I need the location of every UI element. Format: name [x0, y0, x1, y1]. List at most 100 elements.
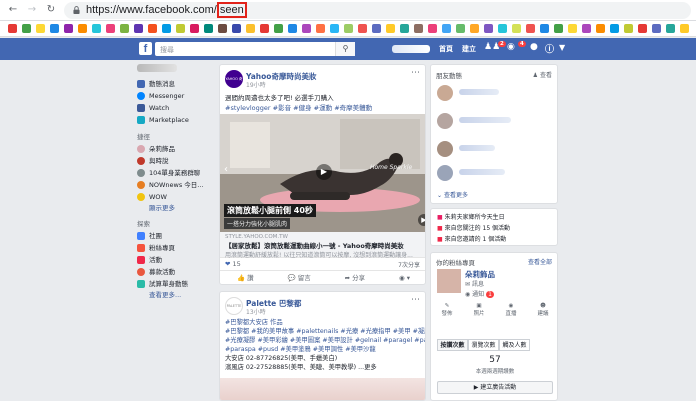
friend-avatar[interactable] [437, 141, 453, 157]
post-line[interactable]: #巴黎都大安店 作品 [225, 318, 425, 327]
facebook-logo[interactable]: f [139, 42, 152, 55]
video-player[interactable]: Home Sparkle ▶ ‹ › 滾筒放鬆小腿前側 40秒 一搭分力強化小腿… [220, 114, 425, 232]
create-link[interactable]: 建立 [462, 44, 476, 54]
post-line[interactable]: #paraspa #pusd #美甲塗鴉 #美甲調性 #美甲沙龍 [225, 345, 425, 354]
sidebar-item-messenger[interactable]: Messenger [137, 90, 217, 102]
profile-link[interactable] [392, 45, 430, 55]
share-button[interactable]: ➦ 分享 [345, 271, 366, 284]
url-text: https://www.facebook.com/seen [86, 2, 247, 18]
friend-activity-text[interactable] [459, 117, 511, 123]
more-options-icon[interactable]: ⋯ [411, 68, 420, 78]
search-input[interactable]: 搜尋 ⚲ [155, 42, 355, 56]
tab-views[interactable]: 瀏覽次數 [468, 339, 499, 351]
back-icon[interactable]: ← [7, 4, 19, 16]
promote-button[interactable]: ▶ 建立廣告活動 [437, 381, 553, 394]
camera-icon: ▣ [476, 303, 482, 309]
post-time[interactable]: 19小時 [246, 80, 266, 89]
link-headline: 【居家放鬆】滾筒放鬆運動曲線小一號 - Yahoo奇摩時尚美妝 [225, 242, 404, 250]
edit-icon: ✎ [444, 303, 450, 309]
sidebar-item-fundraisers[interactable]: 募款活動 [137, 266, 217, 278]
shortcut-item[interactable]: WOW [137, 191, 217, 203]
post-photo[interactable] [220, 378, 425, 400]
post-avatar[interactable]: PALETTE [225, 297, 243, 315]
reload-icon[interactable]: ↻ [45, 4, 57, 16]
audience-selector[interactable]: ◉ ▾ [399, 271, 410, 284]
post-line[interactable]: #光療凝膠 #美甲彩繪 #美甲圖案 #美甲設計 #gelnail #parage… [225, 336, 425, 345]
menu-caret-icon[interactable]: ▼ [559, 43, 565, 52]
post-line[interactable]: #巴黎都 #我的美甲故事 #palettenails #光療 #光療指甲 #美甲… [225, 327, 425, 336]
prev-arrow-icon[interactable]: ‹ [224, 164, 228, 175]
live-icon: ◉ [508, 303, 514, 309]
friend-avatar[interactable] [437, 113, 453, 129]
tab-likes[interactable]: 按讚次數 [437, 339, 468, 351]
live-button[interactable]: ◉ 直播 [505, 303, 516, 317]
post-avatar[interactable]: YAHOO 奇摩 [225, 70, 243, 88]
sidebar-item-pages[interactable]: 粉絲專頁 [137, 242, 217, 254]
friend-avatar[interactable] [437, 85, 453, 101]
page-messages[interactable]: ✉ 訊息 [465, 279, 484, 288]
globe-icon: ◉ [465, 291, 471, 298]
share-count[interactable]: 7次分享 [398, 260, 420, 269]
calendar-icon: ■ [437, 225, 443, 232]
invites-row[interactable]: ■ 來自您邀請的 1 個活動 [437, 234, 506, 243]
sidebar-item-memories[interactable]: 試算單身動態 [137, 278, 217, 290]
birthday-row[interactable]: ■ 朱莉夫家鄉所今天生日 [437, 212, 505, 221]
search-icon[interactable]: ⚲ [335, 42, 355, 56]
insights-tabs: 按讚次數 瀏覽次數 觸及人數 [437, 339, 530, 351]
address-bar[interactable]: https://www.facebook.com/seen [64, 2, 691, 19]
post-hashtags[interactable]: #stylevlogger #影音 #健身 #運動 #奇摩美體動 [225, 102, 372, 112]
shortcuts-header: 捷徑 [137, 133, 150, 141]
play-small-icon[interactable]: ▶ [418, 214, 425, 226]
url-highlight: seen [216, 2, 247, 18]
friend-activity-card: 朋友動態 ♟ 查看 ⌄ 查看更多 [430, 64, 558, 204]
page-notifications[interactable]: ◉ 通知 1 [465, 289, 494, 298]
page-avatar-icon [137, 193, 145, 201]
sidebar-item-groups[interactable]: 社團 [137, 230, 217, 242]
activity-more-link[interactable]: ⌄ 查看更多 [437, 190, 468, 199]
tab-reach[interactable]: 觸及人數 [499, 339, 530, 351]
shortcuts-more-link[interactable]: 顯示更多 [137, 203, 217, 213]
explore-more-link[interactable]: 查看更多... [137, 290, 217, 300]
page-avatar[interactable] [437, 269, 461, 293]
comment-button[interactable]: 💬 留言 [288, 271, 311, 284]
page-quick-actions: ✎ 發佈 ▣ 照片 ◉ 直播 ☻ 建議 [431, 303, 559, 317]
activity-action[interactable]: ♟ 查看 [533, 70, 552, 79]
post-line: 濱風店 02-27528885(美甲、美睫、美甲教學) ...更多 [225, 364, 377, 371]
messenger-icon[interactable]: ◉ [507, 42, 515, 52]
reaction-summary[interactable]: ❤ 15 [225, 260, 241, 268]
notifications-icon[interactable]: ● [530, 42, 538, 52]
calendar-icon [137, 256, 145, 264]
help-icon[interactable]: ⓘ [545, 42, 554, 55]
friend-activity-text[interactable] [459, 169, 505, 175]
pages-see-all[interactable]: 查看全部 [528, 257, 552, 266]
photo-button[interactable]: ▣ 照片 [473, 303, 484, 317]
sidebar-item-events[interactable]: 活動 [137, 254, 217, 266]
suggest-button[interactable]: ☻ 建議 [537, 303, 548, 317]
sidebar-item-watch[interactable]: Watch [137, 102, 217, 114]
publish-button[interactable]: ✎ 發佈 [441, 303, 452, 317]
more-options-icon[interactable]: ⋯ [411, 295, 420, 305]
shortcut-item[interactable]: 104單身業務群聊 [137, 167, 217, 179]
notify-badge: 1 [486, 291, 494, 298]
friend-activity-text[interactable] [459, 89, 499, 95]
page-avatar-icon [137, 181, 145, 189]
home-link[interactable]: 首頁 [439, 44, 453, 54]
link-preview[interactable]: STYLE.YAHOO.COM.TW 【居家放鬆】滾筒放鬆運動曲線小一號 - Y… [220, 232, 425, 259]
forward-icon[interactable]: → [26, 4, 38, 16]
like-button[interactable]: 👍 讚 [237, 271, 254, 284]
video-caption: 滾筒放鬆小腿前側 40秒 [224, 204, 316, 217]
post-time[interactable]: 13小時 [246, 307, 266, 316]
clock-icon [137, 280, 145, 288]
post-action-bar: 👍 讚 💬 留言 ➦ 分享 ◉ ▾ [220, 270, 425, 284]
shortcut-item[interactable]: 朵莉飾品 [137, 143, 217, 155]
shortcut-item[interactable]: NOWnews 今日... [137, 179, 217, 191]
events-row[interactable]: ■ 來自您關注的 15 個活動 [437, 223, 510, 232]
sidebar-item-news-feed[interactable]: 動態消息 [137, 78, 217, 90]
left-sidebar: 動態消息 Messenger Watch Marketplace 捷徑 朵莉飾品… [137, 64, 217, 300]
sidebar-item-marketplace[interactable]: Marketplace [137, 114, 217, 126]
friend-activity-text[interactable] [459, 145, 495, 151]
play-icon[interactable]: ▶ [316, 164, 332, 180]
shortcut-item[interactable]: 與時說 [137, 155, 217, 167]
profile-shortcut[interactable] [137, 64, 217, 78]
friend-avatar[interactable] [437, 165, 453, 181]
